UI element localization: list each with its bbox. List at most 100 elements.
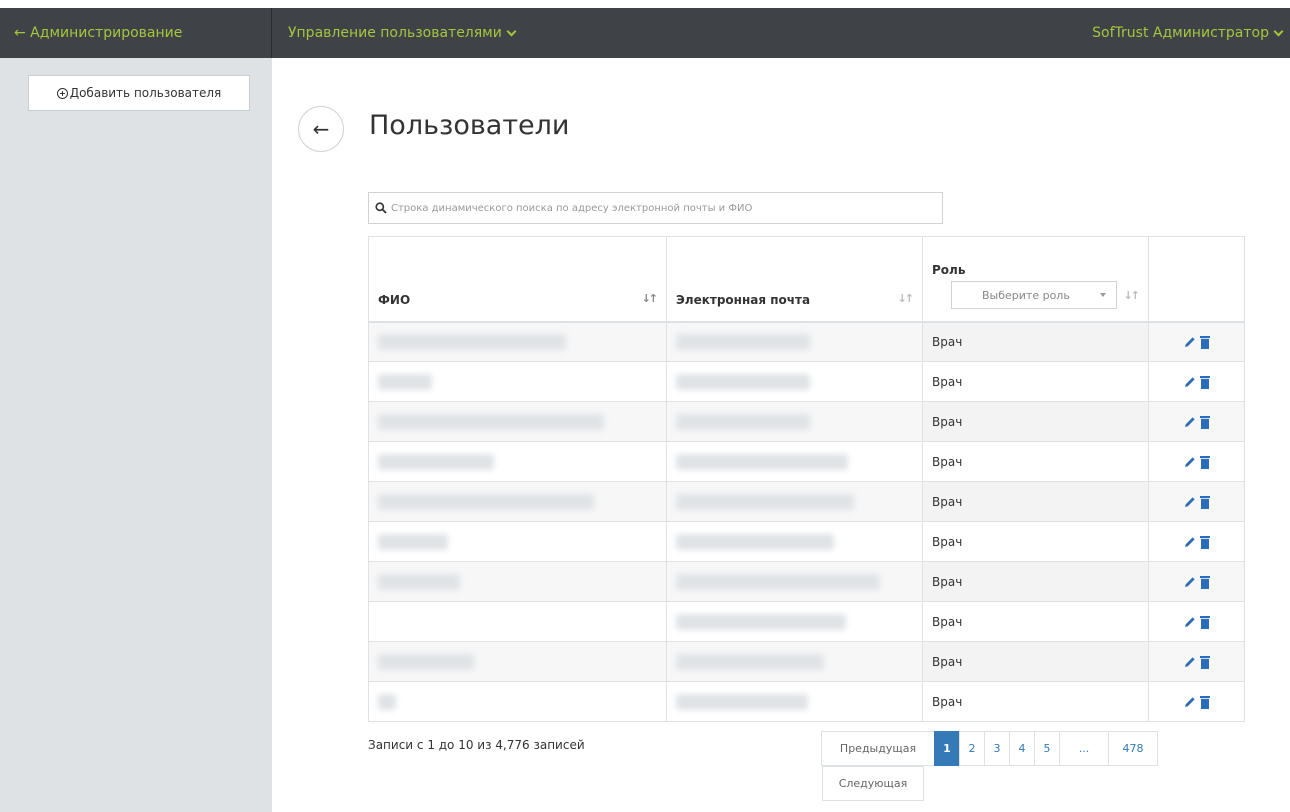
page-button[interactable]: 2	[959, 731, 985, 766]
delete-trash-icon[interactable]	[1199, 375, 1210, 389]
column-header-email-label: Электронная почта	[676, 292, 811, 307]
table-row: Врач	[368, 641, 1245, 682]
cell-role: Врач	[922, 321, 1149, 362]
table-row: Врач	[368, 361, 1245, 402]
cell-actions	[1148, 601, 1245, 642]
edit-pencil-icon[interactable]	[1184, 616, 1196, 628]
edit-pencil-icon[interactable]	[1184, 656, 1196, 668]
user-menu[interactable]: SofTrust Администратор	[1092, 25, 1284, 41]
cell-email	[666, 481, 923, 522]
redacted-email	[676, 533, 834, 550]
redacted-name	[378, 413, 604, 430]
delete-trash-icon[interactable]	[1199, 335, 1210, 349]
sort-asc-icon: ↓↑	[641, 291, 659, 305]
back-button[interactable]: ←	[298, 106, 344, 152]
cell-actions	[1148, 641, 1245, 682]
page-button[interactable]: 1	[934, 731, 960, 766]
cell-role: Врач	[922, 481, 1149, 522]
cell-fio	[368, 321, 667, 362]
role-filter-select[interactable]: Выберите роль	[951, 281, 1117, 309]
edit-pencil-icon[interactable]	[1184, 456, 1196, 468]
navbar-right: SofTrust Администратор	[1092, 8, 1284, 58]
cell-fio	[368, 481, 667, 522]
cell-email	[666, 561, 923, 602]
table-row: Врач	[368, 681, 1245, 722]
cell-actions	[1148, 521, 1245, 562]
delete-trash-icon[interactable]	[1199, 655, 1210, 669]
cell-fio	[368, 601, 667, 642]
edit-pencil-icon[interactable]	[1184, 416, 1196, 428]
sidebar: Добавить пользователя	[0, 58, 272, 812]
users-table: ФИО ↓↑ Электронная почта ↓↑ Роль Выберит…	[368, 236, 1245, 722]
delete-trash-icon[interactable]	[1199, 455, 1210, 469]
table-row: Врач	[368, 441, 1245, 482]
cell-role: Врач	[922, 561, 1149, 602]
edit-pencil-icon[interactable]	[1184, 496, 1196, 508]
table-row: Врач	[368, 321, 1245, 362]
edit-pencil-icon[interactable]	[1184, 376, 1196, 388]
cell-role: Врач	[922, 401, 1149, 442]
page-button[interactable]: 5	[1034, 731, 1060, 766]
delete-trash-icon[interactable]	[1199, 415, 1210, 429]
cell-fio	[368, 521, 667, 562]
delete-trash-icon[interactable]	[1199, 535, 1210, 549]
user-menu-label: SofTrust Администратор	[1092, 25, 1269, 41]
column-header-fio[interactable]: ФИО ↓↑	[368, 236, 667, 323]
table-header-row: ФИО ↓↑ Электронная почта ↓↑ Роль Выберит…	[368, 236, 1245, 323]
edit-pencil-icon[interactable]	[1184, 696, 1196, 708]
column-header-fio-label: ФИО	[378, 292, 411, 307]
cell-email	[666, 401, 923, 442]
redacted-email	[676, 493, 854, 510]
cell-fio	[368, 441, 667, 482]
page-button[interactable]: 3	[984, 731, 1010, 766]
redacted-email	[676, 613, 846, 630]
redacted-email	[676, 373, 810, 390]
cell-actions	[1148, 321, 1245, 362]
search-input[interactable]	[391, 202, 931, 214]
delete-trash-icon[interactable]	[1199, 615, 1210, 629]
cell-role: Врач	[922, 521, 1149, 562]
arrow-left-icon: ←	[312, 117, 330, 141]
plus-circle-icon	[56, 87, 68, 99]
table-row: Врач	[368, 521, 1245, 562]
search-icon	[375, 202, 387, 214]
redacted-name	[378, 653, 474, 670]
page-title: Пользователи	[369, 110, 570, 141]
delete-trash-icon[interactable]	[1199, 495, 1210, 509]
prev-page-button[interactable]: Предыдущая	[821, 731, 935, 766]
table-row: Врач	[368, 481, 1245, 522]
redacted-name	[378, 693, 396, 710]
cell-email	[666, 681, 923, 722]
top-navbar: ← Администрирование Управление пользоват…	[0, 8, 1290, 58]
cell-email	[666, 321, 923, 362]
back-to-admin-link[interactable]: ← Администрирование	[14, 25, 182, 41]
sort-icon[interactable]: ↓↑	[1124, 289, 1141, 302]
cell-role: Врач	[922, 601, 1149, 642]
redacted-email	[676, 573, 880, 590]
delete-trash-icon[interactable]	[1199, 575, 1210, 589]
cell-fio	[368, 401, 667, 442]
user-management-menu[interactable]: Управление пользователями	[288, 25, 517, 41]
page-button[interactable]: 4	[1009, 731, 1035, 766]
edit-pencil-icon[interactable]	[1184, 336, 1196, 348]
table-row: Врач	[368, 601, 1245, 642]
table-row: Врач	[368, 561, 1245, 602]
redacted-email	[676, 653, 824, 670]
edit-pencil-icon[interactable]	[1184, 576, 1196, 588]
sort-icon: ↓↑	[897, 291, 915, 305]
cell-actions	[1148, 441, 1245, 482]
next-page-button[interactable]: Следующая	[822, 766, 924, 801]
edit-pencil-icon[interactable]	[1184, 536, 1196, 548]
page-button[interactable]: 478	[1108, 731, 1158, 766]
redacted-email	[676, 413, 810, 430]
users-table-wrapper: ФИО ↓↑ Электронная почта ↓↑ Роль Выберит…	[368, 236, 1245, 722]
cell-email	[666, 441, 923, 482]
role-filter-placeholder: Выберите роль	[982, 288, 1070, 302]
cell-role: Врач	[922, 641, 1149, 682]
cell-role: Врач	[922, 681, 1149, 722]
redacted-name	[378, 333, 566, 350]
delete-trash-icon[interactable]	[1199, 695, 1210, 709]
add-user-button[interactable]: Добавить пользователя	[28, 75, 250, 111]
column-header-email[interactable]: Электронная почта ↓↑	[666, 236, 923, 323]
cell-email	[666, 601, 923, 642]
